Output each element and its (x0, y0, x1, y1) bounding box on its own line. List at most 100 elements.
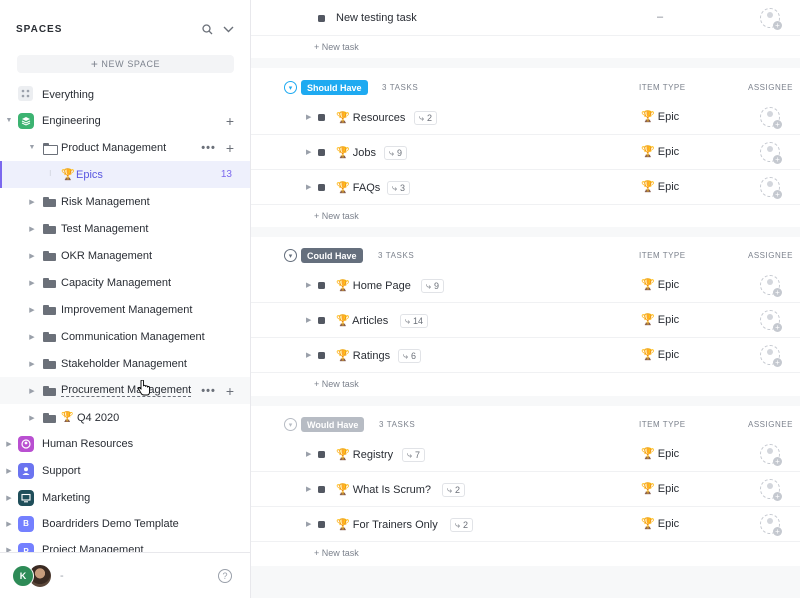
caret-down-icon[interactable]: ▼ (5, 117, 13, 124)
subtask-count[interactable]: ⤷ 2 (450, 518, 474, 532)
item-type[interactable]: 🏆 Epic (641, 110, 679, 123)
subtask-count[interactable]: ⤷ 7 (402, 448, 426, 462)
task-row[interactable]: ▶ 🏆 Jobs ⤷ 9 🏆 Epic (251, 135, 800, 170)
status-square-icon[interactable] (318, 149, 325, 156)
add-assignee-icon[interactable] (760, 310, 782, 332)
task-row[interactable]: ▶ 🏆 Articles ⤷ 14 🏆 Epic (251, 303, 800, 338)
column-header-item-type[interactable]: ITEM TYPE (639, 420, 686, 429)
sidebar-item-improvement-management[interactable]: ▶ Improvement Management (0, 296, 250, 323)
sidebar-item-okr-management[interactable]: ▶ OKR Management (0, 242, 250, 269)
task-name[interactable]: 🏆 Resources (336, 111, 405, 124)
caret-right-icon[interactable]: ▶ (306, 485, 311, 493)
sidebar-item-stakeholder-management[interactable]: ▶ Stakeholder Management (0, 350, 250, 377)
search-icon[interactable] (202, 23, 213, 35)
subtask-count[interactable]: ⤷ 9 (421, 279, 445, 293)
add-icon[interactable]: + (226, 113, 234, 129)
help-icon[interactable]: ? (218, 568, 232, 583)
status-square-icon[interactable] (318, 114, 325, 121)
task-name[interactable]: 🏆 FAQs (336, 181, 380, 194)
add-icon[interactable]: + (226, 140, 234, 156)
add-assignee-icon[interactable] (760, 275, 782, 297)
task-name[interactable]: 🏆 Articles (336, 314, 388, 327)
more-icon[interactable]: ••• (201, 385, 216, 397)
item-type[interactable]: 🏆 Epic (641, 313, 679, 326)
status-square-icon[interactable] (318, 486, 325, 493)
add-assignee-icon[interactable] (760, 514, 782, 536)
task-row-new-testing-task[interactable]: New testing task – (251, 1, 800, 36)
subtask-count[interactable]: ⤷ 9 (384, 146, 408, 160)
sidebar-item-q4-2020[interactable]: ▶ 🏆 Q4 2020 (0, 404, 250, 431)
task-name[interactable]: 🏆 Registry (336, 448, 393, 461)
status-square-icon[interactable] (318, 282, 325, 289)
task-name[interactable]: 🏆 Jobs (336, 146, 376, 159)
task-name[interactable]: New testing task (336, 12, 417, 24)
add-icon[interactable]: + (226, 383, 234, 399)
sidebar-item-product-management[interactable]: ▼ Product Management ••• + (0, 134, 250, 161)
status-square-icon[interactable] (318, 352, 325, 359)
column-header-assignee[interactable]: ASSIGNEE (748, 420, 793, 429)
caret-right-icon[interactable]: ▶ (28, 198, 36, 206)
subtask-count[interactable]: ⤷ 3 (387, 181, 411, 195)
caret-right-icon[interactable]: ▶ (5, 520, 13, 528)
status-square-icon[interactable] (318, 451, 325, 458)
item-type[interactable]: 🏆 Epic (641, 447, 679, 460)
status-square-icon[interactable] (318, 184, 325, 191)
item-type[interactable]: 🏆 Epic (641, 348, 679, 361)
caret-right-icon[interactable]: ▶ (28, 252, 36, 260)
caret-right-icon[interactable]: ▶ (28, 225, 36, 233)
task-name[interactable]: 🏆 Ratings (336, 349, 390, 362)
status-badge[interactable]: Should Have (301, 80, 368, 95)
task-row[interactable]: ▶ 🏆 FAQs ⤷ 3 🏆 Epic (251, 170, 800, 205)
task-name[interactable]: 🏆 Home Page (336, 279, 411, 292)
add-assignee-icon[interactable] (760, 345, 782, 367)
drag-handle-icon[interactable]: ⁝ (49, 169, 52, 178)
collapse-icon[interactable]: ▾ (284, 81, 297, 94)
task-row[interactable]: ▶ 🏆 Home Page ⤷ 9 🏆 Epic (251, 268, 800, 303)
new-space-button[interactable]: + NEW SPACE (17, 55, 234, 73)
new-task-button[interactable]: + New task (314, 548, 359, 558)
caret-right-icon[interactable]: ▶ (306, 148, 311, 156)
sidebar-item-procurement-management[interactable]: ▶ Procurement Management ••• + (0, 377, 250, 404)
caret-right-icon[interactable]: ▶ (28, 387, 36, 395)
add-assignee-icon[interactable] (760, 479, 782, 501)
item-type[interactable]: 🏆 Epic (641, 180, 679, 193)
sidebar-item-boardriders-demo-template[interactable]: ▶ B Boardriders Demo Template (0, 510, 250, 537)
add-assignee-icon[interactable] (760, 177, 782, 199)
caret-right-icon[interactable]: ▶ (5, 467, 13, 475)
column-header-item-type[interactable]: ITEM TYPE (639, 251, 686, 260)
column-header-item-type[interactable]: ITEM TYPE (639, 83, 686, 92)
caret-right-icon[interactable]: ▶ (28, 279, 36, 287)
add-assignee-icon[interactable] (760, 142, 782, 164)
caret-right-icon[interactable]: ▶ (306, 316, 311, 324)
caret-right-icon[interactable]: ▶ (28, 360, 36, 368)
sidebar-item-test-management[interactable]: ▶ Test Management (0, 215, 250, 242)
sidebar-item-engineering[interactable]: ▼ Engineering + (0, 107, 250, 134)
item-type-empty[interactable]: – (657, 11, 663, 23)
new-task-button[interactable]: + New task (314, 379, 359, 389)
caret-right-icon[interactable]: ▶ (28, 414, 36, 422)
sidebar-item-capacity-management[interactable]: ▶ Capacity Management (0, 269, 250, 296)
item-type[interactable]: 🏆 Epic (641, 517, 679, 530)
subtask-count[interactable]: ⤷ 6 (398, 349, 422, 363)
add-assignee-icon[interactable] (760, 444, 782, 466)
task-name[interactable]: 🏆 For Trainers Only (336, 518, 438, 531)
chevron-down-icon[interactable] (223, 25, 234, 33)
task-row[interactable]: ▶ 🏆 Registry ⤷ 7 🏆 Epic (251, 437, 800, 472)
user-avatar[interactable]: K (12, 564, 34, 587)
status-badge[interactable]: Would Have (301, 417, 365, 432)
caret-right-icon[interactable]: ▶ (28, 333, 36, 341)
sidebar-item-project-management[interactable]: ▶ P Project Management (0, 537, 250, 553)
subtask-count[interactable]: ⤷ 14 (400, 314, 429, 328)
task-row[interactable]: ▶ 🏆 Ratings ⤷ 6 🏆 Epic (251, 338, 800, 373)
caret-right-icon[interactable]: ▶ (306, 113, 311, 121)
task-row[interactable]: ▶ 🏆 For Trainers Only ⤷ 2 🏆 Epic (251, 507, 800, 542)
caret-right-icon[interactable]: ▶ (306, 281, 311, 289)
task-name[interactable]: 🏆 What Is Scrum? (336, 483, 431, 496)
caret-right-icon[interactable]: ▶ (5, 494, 13, 502)
status-square-icon[interactable] (318, 521, 325, 528)
collapse-icon[interactable]: ▾ (284, 418, 297, 431)
sidebar-item-epics[interactable]: ⁝ 🏆 Epics 13 (0, 161, 250, 188)
sidebar-item-marketing[interactable]: ▶ Marketing (0, 484, 250, 511)
caret-down-icon[interactable]: ▼ (28, 144, 36, 151)
subtask-count[interactable]: ⤷ 2 (442, 483, 466, 497)
